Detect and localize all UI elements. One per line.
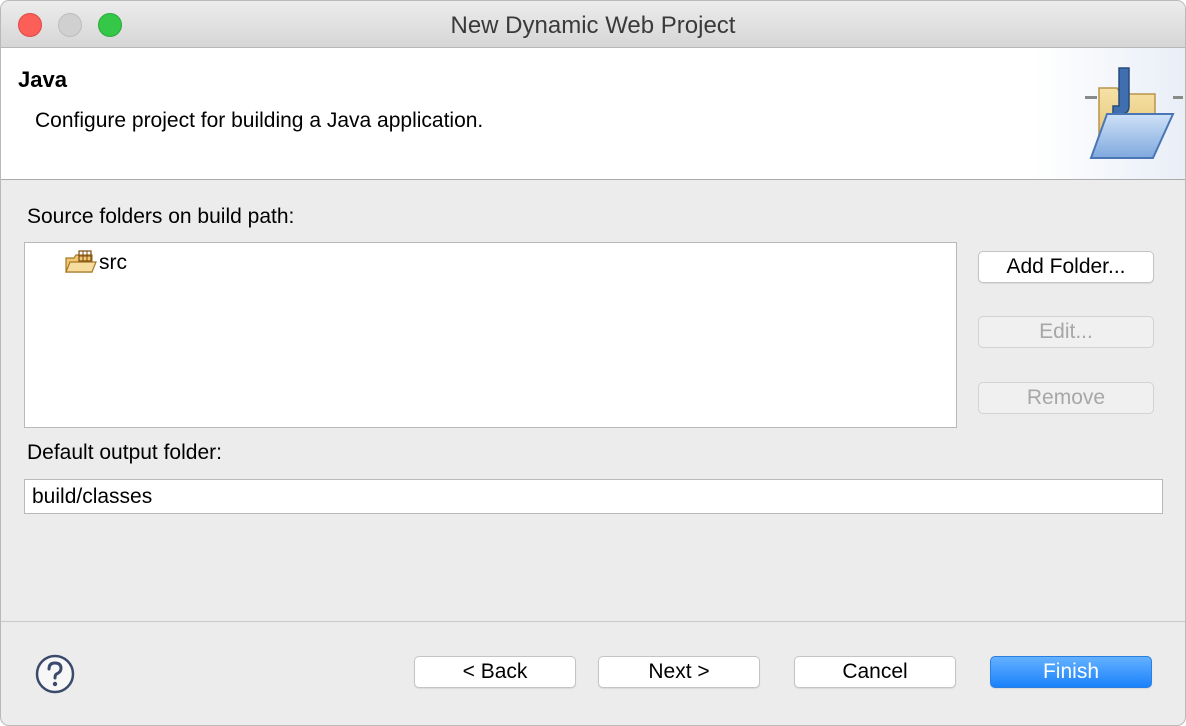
page-title: Java (18, 67, 67, 92)
next-button[interactable]: Next > (598, 656, 760, 688)
output-folder-label: Default output folder: (27, 441, 222, 464)
source-folder-label: src (99, 251, 127, 274)
window-title: New Dynamic Web Project (450, 12, 736, 39)
back-button[interactable]: < Back (414, 656, 576, 688)
remove-button[interactable]: Remove (978, 382, 1154, 414)
source-folders-list[interactable]: src (24, 242, 957, 428)
footer-divider (1, 621, 1185, 622)
help-icon[interactable] (35, 654, 75, 694)
dialog-window: New Dynamic Web Project Java Configure p… (0, 0, 1186, 726)
source-folders-label: Source folders on build path: (27, 205, 295, 228)
wizard-banner: Java Configure project for building a Ja… (1, 48, 1185, 180)
cancel-button[interactable]: Cancel (794, 656, 956, 688)
output-folder-input[interactable] (24, 479, 1163, 514)
finish-button[interactable]: Finish (990, 656, 1152, 688)
edit-button[interactable]: Edit... (978, 316, 1154, 348)
page-description: Configure project for building a Java ap… (35, 109, 484, 132)
title-bar[interactable]: New Dynamic Web Project (1, 1, 1185, 48)
java-folder-wizard-icon (1035, 48, 1185, 179)
add-folder-button[interactable]: Add Folder... (978, 251, 1154, 283)
source-folder-icon (65, 250, 97, 273)
